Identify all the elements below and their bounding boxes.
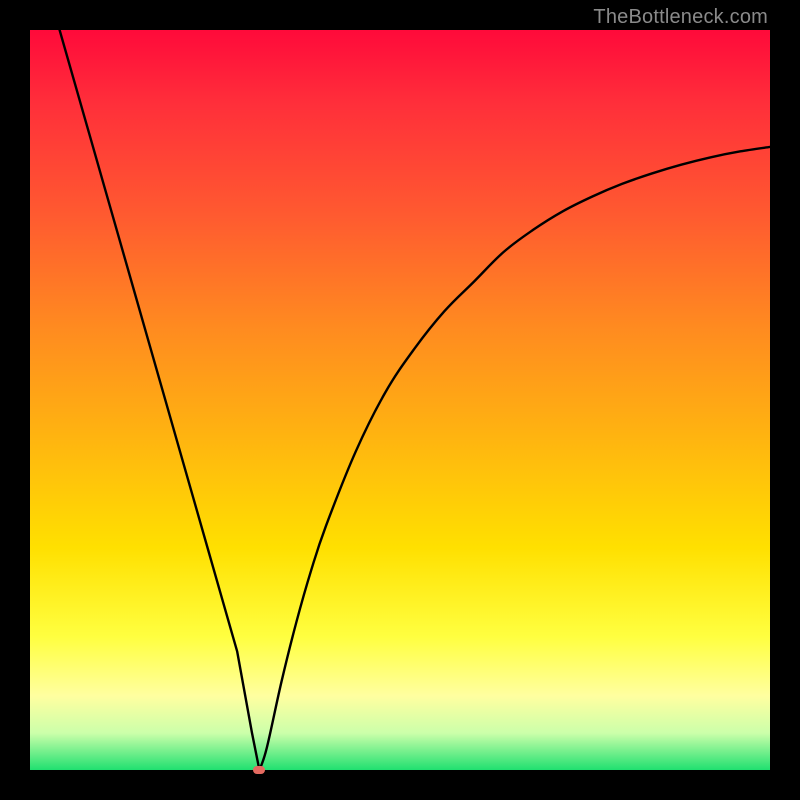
curve-min-marker: [253, 766, 265, 774]
chart-frame: TheBottleneck.com: [0, 0, 800, 800]
plot-area: [30, 30, 770, 770]
bottleneck-curve: [30, 30, 770, 770]
watermark-text: TheBottleneck.com: [593, 6, 768, 29]
